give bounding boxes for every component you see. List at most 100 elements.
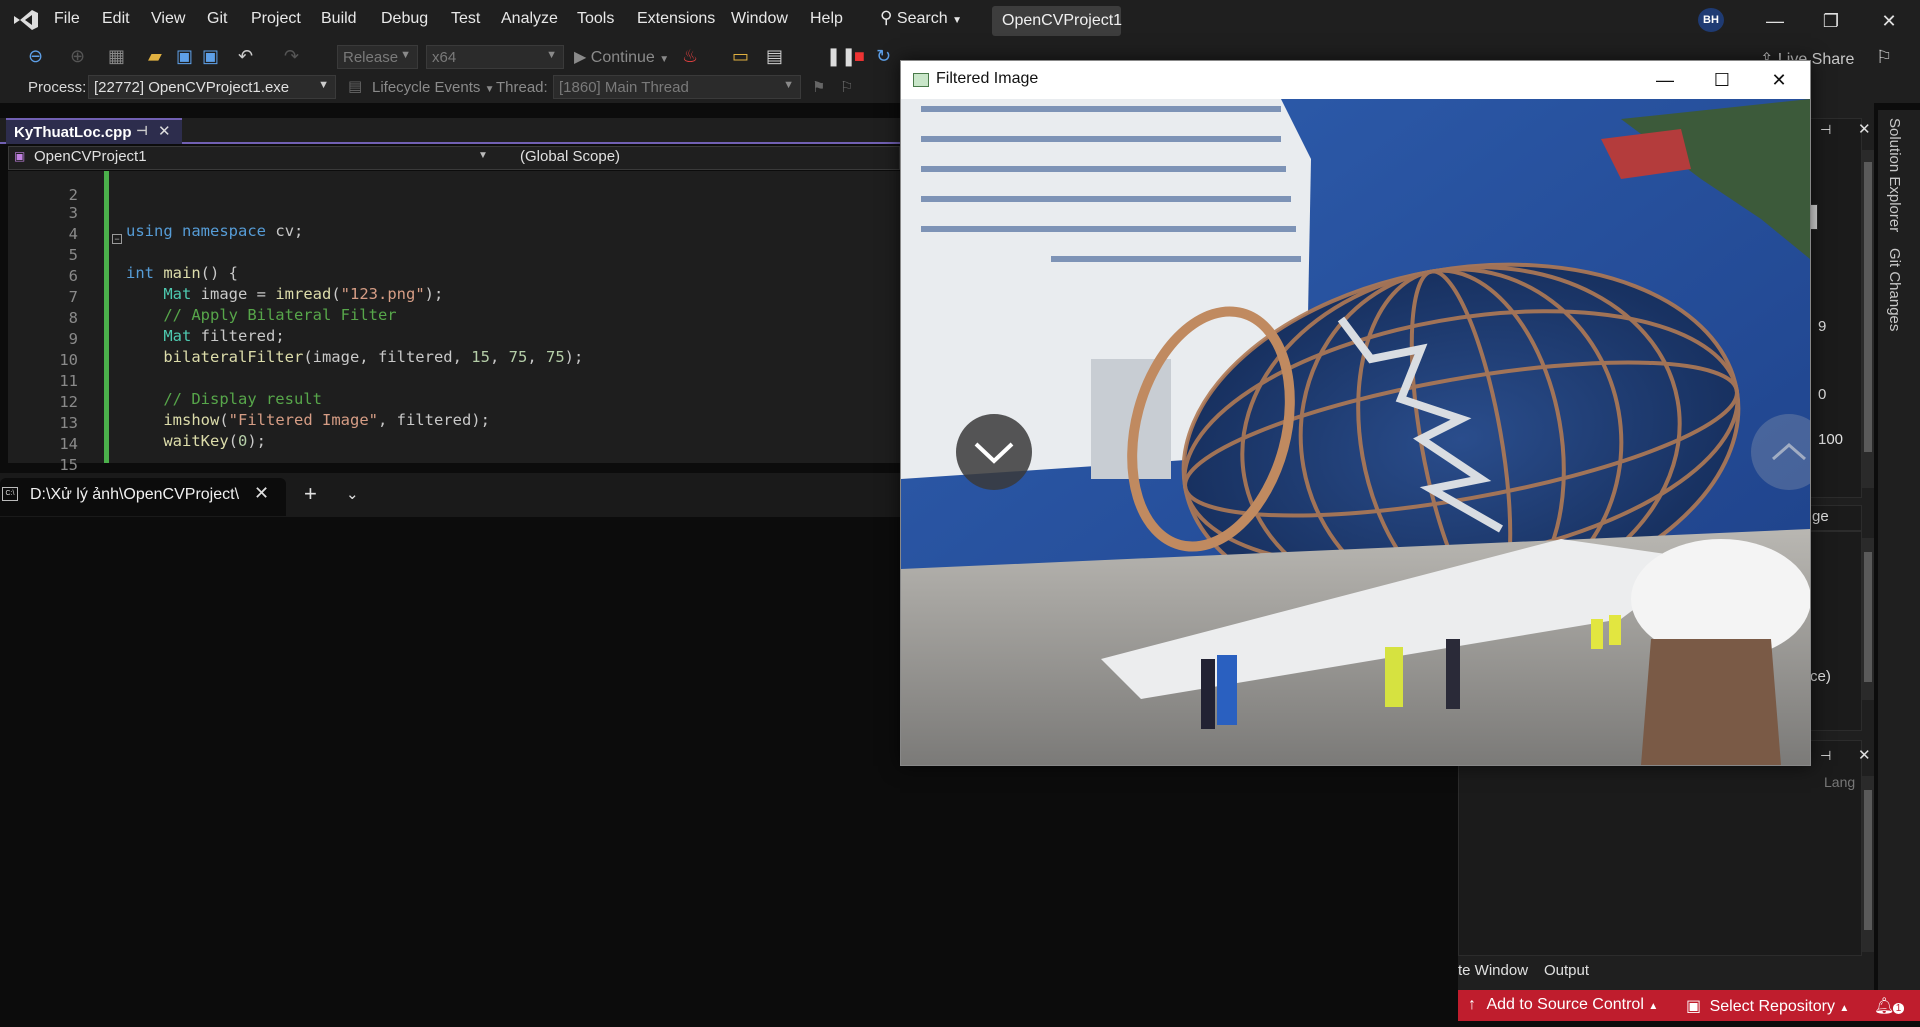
properties-scrollbar[interactable]	[1862, 150, 1874, 488]
terminal-icon: C:\	[2, 487, 18, 501]
play-icon: ▶	[574, 49, 587, 66]
chevron-down-icon: ▼	[659, 54, 670, 65]
menu-extensions[interactable]: Extensions	[637, 10, 715, 28]
line-number: 15	[59, 456, 78, 474]
menu-window[interactable]: Window	[731, 10, 788, 28]
scroll-down-button[interactable]	[956, 414, 1032, 490]
close-panel-icon[interactable]: ✕	[1858, 120, 1871, 138]
maximize-icon[interactable]: ☐	[1695, 65, 1749, 95]
user-avatar[interactable]: BH	[1698, 8, 1724, 32]
restore-icon[interactable]: ❐	[1808, 4, 1854, 38]
scrollbar-thumb[interactable]	[1864, 790, 1872, 930]
cv-window-titlebar[interactable]: Filtered Image — ☐ ✕	[901, 61, 1810, 99]
process-label: Process:	[28, 79, 87, 96]
chevron-down-icon: ▼	[318, 79, 329, 91]
scrollbar-thumb[interactable]	[1864, 552, 1872, 682]
tool-window-scrollbar[interactable]	[1862, 776, 1874, 952]
save-icon[interactable]: ▣	[176, 46, 193, 67]
process-value: [22772] OpenCVProject1.exe	[94, 79, 290, 96]
menu-edit[interactable]: Edit	[102, 10, 130, 28]
configuration-value: Release	[343, 49, 399, 66]
restart-icon[interactable]: ↻	[876, 46, 891, 67]
thread-select[interactable]: [1860] Main Thread ▼	[553, 75, 801, 99]
search-box[interactable]: ⚲ Search ▼	[880, 8, 962, 28]
add-to-source-control-button[interactable]: ↑ Add to Source Control ▲	[1468, 996, 1658, 1014]
menu-build[interactable]: Build	[321, 10, 357, 28]
list-item-partial: ce)	[1810, 668, 1831, 685]
filtered-image-window[interactable]: Filtered Image — ☐ ✕	[900, 60, 1811, 766]
tab-solution-explorer[interactable]: Solution Explorer	[1886, 118, 1903, 232]
terminal-tab-title: D:\Xử lý ảnh\OpenCVProject\	[30, 486, 240, 503]
code-line: 12 imshow("Filtered Image", filtered);	[8, 375, 898, 429]
project-select[interactable]: ▣ OpenCVProject1 ▼	[10, 148, 490, 165]
filter-icon[interactable]: ⚐	[840, 78, 853, 96]
menu-test[interactable]: Test	[451, 10, 480, 28]
pause-icon[interactable]: ❚❚	[826, 46, 856, 67]
select-repository-button[interactable]: ▣ Select Repository ▲	[1686, 996, 1849, 1016]
worker-face	[1641, 639, 1781, 765]
search-icon: ⚲	[880, 8, 893, 27]
chevron-up-icon: ▲	[1648, 1001, 1659, 1012]
menu-file[interactable]: File	[54, 10, 80, 28]
layout-icon[interactable]: ▤	[766, 46, 783, 67]
save-all-icon[interactable]: ▣	[202, 46, 219, 67]
platform-select[interactable]: x64 ▼	[426, 45, 564, 69]
tab-kythuatloc-cpp[interactable]: KyThuatLoc.cpp ⊣ ✕	[6, 118, 182, 144]
tab-output[interactable]: Output	[1544, 962, 1589, 979]
navigate-forward-icon[interactable]: ⊕	[70, 46, 85, 67]
pin-icon[interactable]: ⊣	[1820, 748, 1831, 764]
open-folder-icon[interactable]: ▰	[148, 46, 162, 67]
lifecycle-events-button[interactable]: Lifecycle Events ▼	[372, 79, 494, 96]
close-icon[interactable]: ✕	[1752, 65, 1806, 95]
process-select[interactable]: [22772] OpenCVProject1.exe ▼	[88, 75, 336, 99]
menu-project[interactable]: Project	[251, 10, 301, 28]
close-tab-icon[interactable]: ✕	[158, 122, 171, 140]
close-icon[interactable]: ✕	[1866, 4, 1912, 38]
menu-debug[interactable]: Debug	[381, 10, 428, 28]
hot-reload-icon[interactable]: ♨	[682, 46, 698, 67]
stop-icon[interactable]: ■	[854, 46, 865, 67]
navigate-back-icon[interactable]: ⊖	[28, 46, 43, 67]
panel-tab-partial[interactable]: ge	[1812, 508, 1829, 525]
photo-canvas	[901, 99, 1810, 765]
new-project-icon[interactable]: ▦	[108, 46, 125, 67]
lifecycle-events-label: Lifecycle Events	[372, 79, 481, 96]
thread-value: [1860] Main Thread	[559, 79, 689, 96]
chevron-down-icon: ▼	[783, 79, 794, 91]
minimize-icon[interactable]: —	[1638, 65, 1692, 95]
tab-immediate-window[interactable]: te Window	[1458, 962, 1528, 979]
chevron-down-icon[interactable]: ⌄	[346, 485, 359, 503]
repository-icon: ▣	[1686, 998, 1702, 1015]
tab-git-changes[interactable]: Git Changes	[1886, 248, 1903, 331]
redo-icon[interactable]: ↷	[284, 46, 299, 67]
menu-help[interactable]: Help	[810, 10, 843, 28]
platform-value: x64	[432, 49, 457, 66]
pin-icon[interactable]: ⊣	[1820, 122, 1831, 138]
menu-analyze[interactable]: Analyze	[501, 10, 558, 28]
code-line: 4	[8, 207, 898, 243]
visual-studio-logo-icon[interactable]	[12, 8, 40, 32]
menu-git[interactable]: Git	[207, 10, 227, 28]
close-terminal-icon[interactable]: ✕	[254, 483, 269, 504]
arrow-up-icon: ↑	[1468, 996, 1476, 1013]
search-label: Search	[896, 10, 948, 27]
list-scrollbar[interactable]	[1862, 538, 1874, 700]
feedback-icon[interactable]: ⚐	[1876, 47, 1892, 68]
new-tab-icon[interactable]: +	[304, 481, 317, 507]
configuration-select[interactable]: Release ▼	[337, 45, 418, 69]
flag-icon[interactable]: ⚑	[812, 78, 825, 96]
close-panel-icon[interactable]: ✕	[1858, 746, 1871, 764]
pin-icon[interactable]: ⊣	[136, 123, 148, 139]
property-grid-marker	[1810, 204, 1818, 230]
solution-name[interactable]: OpenCVProject1	[992, 6, 1122, 36]
continue-button[interactable]: ▶ Continue ▼	[574, 47, 669, 67]
minimize-icon[interactable]: —	[1752, 4, 1798, 38]
scope-select[interactable]: (Global Scope)	[520, 148, 620, 165]
folder-icon[interactable]: ▭	[732, 46, 749, 67]
code-line: 11 // Display result	[8, 354, 898, 408]
notifications-button[interactable]: 🔔︎ 1	[1874, 996, 1905, 1016]
scrollbar-thumb[interactable]	[1864, 162, 1872, 452]
menu-view[interactable]: View	[151, 10, 185, 28]
menu-tools[interactable]: Tools	[577, 10, 614, 28]
undo-icon[interactable]: ↶	[238, 46, 253, 67]
